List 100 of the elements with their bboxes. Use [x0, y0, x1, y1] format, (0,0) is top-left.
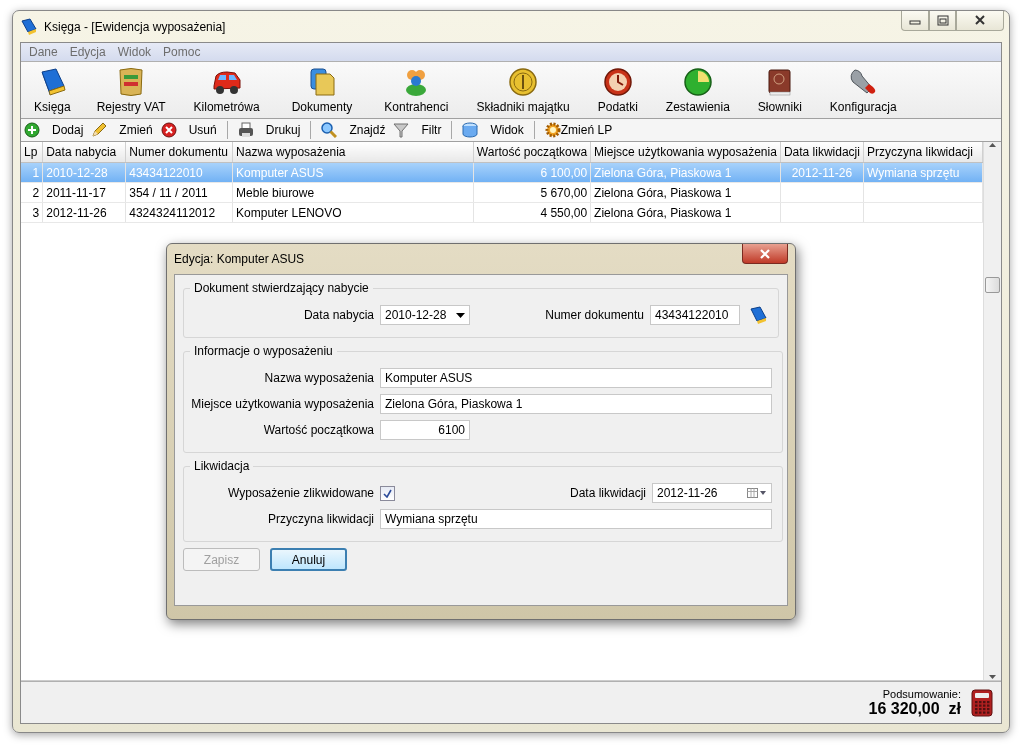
book-icon[interactable] [748, 305, 768, 325]
input-field[interactable]: 43434122010 [650, 305, 740, 325]
toolbar-button[interactable]: Dodaj [24, 122, 92, 138]
field-label: Wartość początkowa [262, 423, 375, 437]
table-row[interactable]: 3 2012-11-26 4324324112012 Komputer LENOVO 4 550,00 Zielona Góra, Piaskowa 1 [21, 202, 983, 223]
toolbar-button[interactable]: Filtr [393, 122, 450, 138]
calendar-icon [747, 488, 767, 498]
checkbox[interactable] [380, 485, 395, 501]
table-cell: 2011-11-17 [46, 185, 106, 200]
cylinder-icon [462, 122, 479, 138]
maximize-icon [936, 15, 949, 26]
group-title: Dokument stwierdzający nabycie [193, 281, 370, 295]
table-cell: Wymiana sprzętu [866, 165, 960, 180]
module-button[interactable]: Konfiguracja [825, 64, 901, 118]
table-cell: 2010-12-28 [46, 165, 108, 180]
field-label: Wyposażenie zlikwidowane [227, 486, 375, 500]
gear-icon [544, 122, 561, 138]
table-cell: Komputer ASUS [236, 165, 324, 180]
table-cell: 2 [32, 185, 40, 200]
add-icon [24, 122, 40, 138]
module-button[interactable]: Słowniki [753, 64, 806, 118]
field-label: Nazwa wyposażenia [263, 371, 375, 385]
check-icon [383, 488, 392, 498]
table-cell: Zielona Góra, Piaskowa 1 [594, 205, 732, 220]
dialog-button[interactable]: Anuluj [270, 548, 347, 571]
column-header[interactable]: Numer dokumentu [125, 142, 233, 163]
input-field[interactable]: Wymiana sprzętu [380, 509, 772, 529]
table-cell: Komputer LENOVO [236, 205, 342, 220]
column-header[interactable]: Data likwidacji [780, 142, 864, 163]
module-button[interactable]: Kilometrówa [189, 64, 264, 118]
column-header[interactable]: Nazwa wyposażenia [232, 142, 474, 163]
column-header[interactable]: Data nabycia [42, 142, 126, 163]
summary-label: Podsumowanie: [882, 687, 961, 700]
field-label: Data likwidacji [569, 486, 647, 500]
clock-icon [601, 66, 634, 98]
module-button[interactable]: Podatki [593, 64, 642, 118]
table-cell: Zielona Góra, Piaskowa 1 [594, 165, 732, 180]
app-book-icon [20, 17, 38, 36]
toolbar-button[interactable]: Zmień [91, 122, 161, 138]
column-header[interactable]: Przyczyna likwidacji [863, 142, 983, 163]
close-icon [759, 248, 771, 259]
input-field[interactable]: Zielona Góra, Piaskowa 1 [380, 394, 772, 414]
maximize-button[interactable] [929, 11, 956, 31]
field-label: Miejsce użytkowania wyposażenia [190, 397, 375, 411]
module-button[interactable]: Księga [30, 64, 75, 118]
module-button[interactable]: Dokumenty [287, 64, 357, 118]
module-button[interactable]: Kontrahenci [380, 64, 453, 118]
table-cell: 3 [32, 205, 40, 220]
toolbar-button[interactable]: Widok [462, 122, 532, 138]
summary-total: 16 320,00 zł [868, 699, 961, 718]
menu-item[interactable]: Dane [26, 45, 67, 59]
column-header[interactable]: Wartość początkowa [473, 142, 591, 163]
table-cell: Zielona Góra, Piaskowa 1 [594, 185, 732, 200]
date-dropdown[interactable]: 2010-12-28 [380, 305, 470, 325]
caret-icon [456, 312, 465, 318]
close-button[interactable] [742, 244, 788, 264]
module-button[interactable]: Zestawienia [661, 64, 734, 118]
coin-icon [507, 66, 540, 98]
filter-icon [393, 122, 410, 138]
dialog-title: Edycja: Komputer ASUS [174, 252, 305, 266]
module-button[interactable]: Składniki majątku [472, 64, 574, 118]
table-cell: 6 100,00 [540, 165, 588, 180]
menu-item[interactable]: Pomoc [160, 45, 210, 59]
field-label: Data nabycia [302, 308, 375, 322]
pie-chart-icon [681, 66, 714, 98]
printer-icon [237, 122, 254, 138]
minimize-button[interactable] [901, 11, 929, 31]
scrollbar[interactable] [983, 142, 1001, 680]
input-field[interactable]: Komputer ASUS [380, 368, 772, 388]
table-cell: 2012-11-26 [46, 205, 107, 220]
scroll-thumb[interactable] [985, 277, 1000, 293]
table-cell: 354 / 11 / 2011 [129, 185, 208, 200]
table-cell: 43434122010 [129, 165, 203, 180]
table-cell: 5 670,00 [540, 185, 588, 200]
group-title: Likwidacja [193, 459, 251, 473]
close-button[interactable] [956, 11, 1004, 31]
pencil-icon [91, 122, 108, 138]
column-header[interactable]: Miejsce użytkowania wyposażenia [590, 142, 781, 163]
number-field[interactable]: 6100 [380, 420, 470, 440]
scroll-down-icon[interactable] [988, 674, 997, 680]
module-button[interactable]: Rejestry VAT [92, 64, 170, 118]
group-title: Informacje o wyposażeniu [193, 344, 334, 358]
toolbar-button[interactable]: Drukuj [237, 122, 309, 138]
field-label: Przyczyna likwidacji [266, 512, 375, 526]
toolbar-button[interactable]: Zmień LP [544, 122, 621, 138]
window-title: Księga - [Ewidencja wyposażenia] [44, 19, 227, 34]
calculator-icon[interactable] [971, 688, 993, 717]
toolbar-button[interactable]: Usuń [160, 122, 225, 138]
table-cell: 2012-11-26 [791, 165, 853, 180]
field-label: Numer dokumentu [545, 308, 645, 322]
column-header[interactable]: Lp [21, 142, 43, 163]
date-picker[interactable]: 2012-11-26 [652, 483, 772, 503]
table-cell: 4324324112012 [129, 205, 216, 220]
table-row[interactable]: 2 2011-11-17 354 / 11 / 2011 Meble biurowe 5 670,00 Zielona Góra, Piaskowa 1 [21, 182, 983, 203]
close-icon [974, 15, 986, 26]
menu-item[interactable]: Widok [114, 45, 161, 59]
search-icon [321, 122, 338, 138]
table-cell: 4 550,00 [540, 205, 588, 220]
toolbar-button[interactable]: Znajdź [321, 122, 394, 138]
menu-item[interactable]: Edycja [66, 45, 115, 59]
